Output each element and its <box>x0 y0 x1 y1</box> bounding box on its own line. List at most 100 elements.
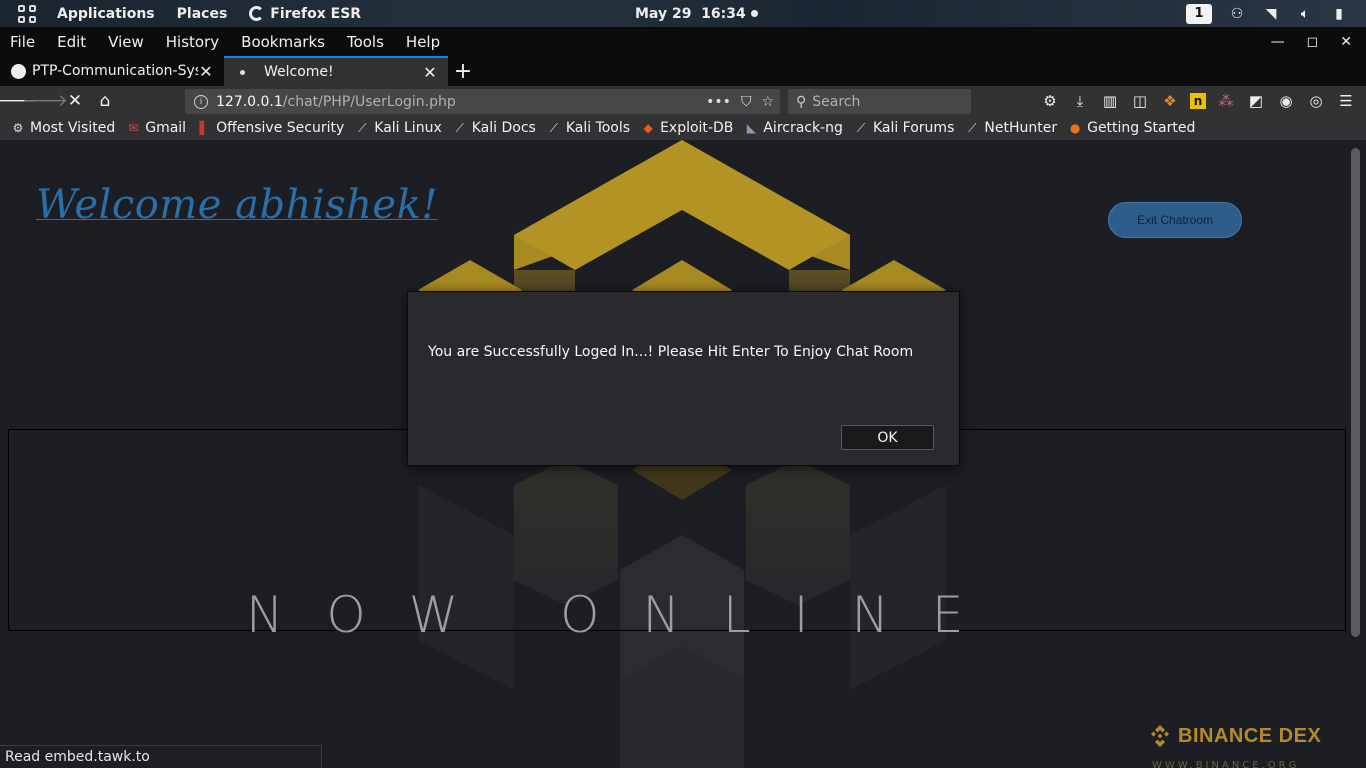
hamburger-menu-icon[interactable]: ☰ <box>1336 92 1356 110</box>
kali-icon: ⟋ <box>549 120 559 135</box>
search-input[interactable]: ⚲ Search <box>788 89 971 114</box>
account-icon[interactable]: ◎ <box>1306 92 1326 110</box>
app-menu-label: Firefox ESR <box>270 5 362 22</box>
places-menu[interactable]: Places <box>166 0 239 27</box>
kali-icon: ⟋ <box>455 120 464 135</box>
battery-icon[interactable]: ▮ <box>1330 6 1348 22</box>
wifi-icon[interactable]: ◥ <box>1262 6 1280 22</box>
system-top-bar: Applications Places Firefox ESR May 29 1… <box>0 0 1366 27</box>
system-tray: 1 ⚇ ◥ 🔈︎ ▮ <box>1186 0 1348 27</box>
bookmarks-toolbar: ⚙ Most Visited ✉ Gmail ▌ Offensive Security… <box>0 116 1366 140</box>
bookmark-label: Exploit-DB <box>660 120 734 136</box>
tab-title: PTP-Communication-Sys <box>32 63 198 79</box>
offsec-icon: ▌ <box>199 121 209 135</box>
window-controls: — ◻ ✕ <box>1271 27 1352 56</box>
url-bar[interactable]: i 127.0.0.1/chat/PHP/UserLogin.php ••• ⛉… <box>185 89 780 114</box>
menu-help[interactable]: Help <box>395 33 451 51</box>
settings-gear-icon[interactable]: ⚙ <box>1040 92 1060 110</box>
binance-dex-logo: BINANCE DEX <box>1148 724 1321 748</box>
menu-file[interactable]: File <box>0 33 46 51</box>
navigation-toolbar: 🡐 🡒 ✕ ⌂ i 127.0.0.1/chat/PHP/UserLogin.p… <box>0 86 1366 116</box>
tab-welcome[interactable]: Welcome! ✕ <box>224 56 448 86</box>
bookmark-kali-tools[interactable]: ⟋ Kali Tools <box>546 120 630 136</box>
now-online-text: NOW ONLINE <box>246 586 1007 644</box>
extension-paw-icon[interactable]: ⁂ <box>1216 92 1236 110</box>
download-icon[interactable]: ⤓ <box>1070 92 1090 110</box>
pocket-icon[interactable]: ⛉ <box>741 94 752 110</box>
volume-icon[interactable]: 🔈︎ <box>1296 6 1314 22</box>
extension-mask-icon[interactable]: ◉ <box>1276 92 1296 110</box>
dialog-message: You are Successfully Loged In...! Please… <box>428 344 914 360</box>
menu-bookmarks[interactable]: Bookmarks <box>230 33 336 51</box>
close-window-icon[interactable]: ✕ <box>1340 34 1352 50</box>
page-actions-icon[interactable]: ••• <box>706 94 731 110</box>
app-grid-icon[interactable] <box>18 4 36 23</box>
tab-title: Welcome! <box>264 64 334 80</box>
workspace-indicator[interactable]: 1 <box>1186 3 1212 24</box>
menu-edit[interactable]: Edit <box>46 33 97 51</box>
github-icon <box>10 63 26 79</box>
search-icon: ⚲ <box>796 93 807 110</box>
bookmark-kali-linux[interactable]: ⟋ Kali Linux <box>354 120 442 136</box>
bookmark-nethunter[interactable]: ⟋ NetHunter <box>964 120 1057 136</box>
scroll-track <box>1347 140 1366 768</box>
status-bar: Read embed.tawk.to <box>0 745 322 768</box>
url-host: 127.0.0.1 <box>216 93 283 110</box>
menu-tools[interactable]: Tools <box>336 33 395 51</box>
bookmark-label: NetHunter <box>984 120 1058 136</box>
menu-bar: File Edit View History Bookmarks Tools H… <box>0 27 1366 56</box>
tab-bar: PTP-Communication-Sys ✕ Welcome! ✕ + <box>0 56 1366 86</box>
tab-close-icon[interactable]: ✕ <box>422 63 438 82</box>
tab-ptp-communication[interactable]: PTP-Communication-Sys ✕ <box>0 56 224 86</box>
menu-history[interactable]: History <box>155 33 230 51</box>
exit-chatroom-button[interactable]: Exit Chatroom <box>1108 202 1242 238</box>
url-actions: ••• ⛉ ☆ <box>706 89 774 114</box>
tab-close-icon[interactable]: ✕ <box>198 62 214 81</box>
clock-label: May 29 16:34 <box>635 5 746 22</box>
notification-dot-icon <box>750 10 758 17</box>
bookmark-offensive-security[interactable]: ▌ Offensive Security <box>196 120 344 136</box>
bookmark-kali-forums[interactable]: ⟋ Kali Forums <box>853 120 955 136</box>
ok-button[interactable]: OK <box>841 425 934 450</box>
alert-dialog: You are Successfully Loged In...! Please… <box>407 291 960 466</box>
bookmark-label: Kali Linux <box>374 120 442 136</box>
bookmark-label: Gmail <box>145 120 187 136</box>
minimize-icon[interactable]: — <box>1271 34 1285 50</box>
users-icon[interactable]: ⚇ <box>1228 6 1246 22</box>
loading-dot-icon <box>234 64 250 80</box>
kali-icon: ⟋ <box>358 120 367 135</box>
bookmark-most-visited[interactable]: ⚙ Most Visited <box>10 120 116 136</box>
app-menu[interactable]: Firefox ESR <box>238 0 372 27</box>
extension-orange-icon[interactable]: ❖ <box>1160 92 1180 110</box>
bookmark-kali-docs[interactable]: ⟋ Kali Docs <box>452 120 536 136</box>
extension-n-icon[interactable]: n <box>1190 93 1206 109</box>
menu-view[interactable]: View <box>97 33 155 51</box>
stop-loading-button[interactable]: ✕ <box>60 86 90 116</box>
bookmark-getting-started[interactable]: ● Getting Started <box>1067 120 1196 136</box>
home-button[interactable]: ⌂ <box>90 86 120 116</box>
bookmark-exploit-db[interactable]: ◆ Exploit-DB <box>640 120 733 136</box>
bookmark-label: Kali Docs <box>471 120 536 136</box>
bookmark-label: Offensive Security <box>216 120 345 136</box>
firefox-icon <box>249 6 265 21</box>
maximize-icon[interactable]: ◻ <box>1307 34 1319 50</box>
bookmark-star-icon[interactable]: ☆ <box>761 94 774 110</box>
forward-button[interactable]: 🡒 <box>22 86 68 116</box>
url-path: /chat/PHP/UserLogin.php <box>282 93 456 110</box>
extension-sync-icon[interactable]: ◩ <box>1246 92 1266 110</box>
scrollbar-thumb[interactable] <box>1351 148 1360 637</box>
brand-label: BINANCE DEX <box>1178 724 1322 747</box>
gear-icon: ⚙ <box>12 121 24 135</box>
binance-icon <box>1151 725 1169 747</box>
toolbar-extensions: ⚙ ⤓ ▥ ◫ ❖ n ⁂ ◩ ◉ ◎ ☰ <box>1040 86 1356 116</box>
bookmark-gmail[interactable]: ✉ Gmail <box>125 120 186 136</box>
applications-menu[interactable]: Applications <box>46 0 166 27</box>
new-tab-button[interactable]: + <box>448 56 478 86</box>
sidebar-icon[interactable]: ◫ <box>1130 92 1150 110</box>
library-icon[interactable]: ▥ <box>1100 92 1120 110</box>
info-icon[interactable]: i <box>194 94 208 109</box>
kali-icon: ⟋ <box>968 120 977 135</box>
brand-url: WWW.BINANCE.ORG <box>1152 760 1300 768</box>
clock[interactable]: May 29 16:34 <box>635 0 758 27</box>
bookmark-aircrack-ng[interactable]: ◣ Aircrack-ng <box>743 120 843 136</box>
